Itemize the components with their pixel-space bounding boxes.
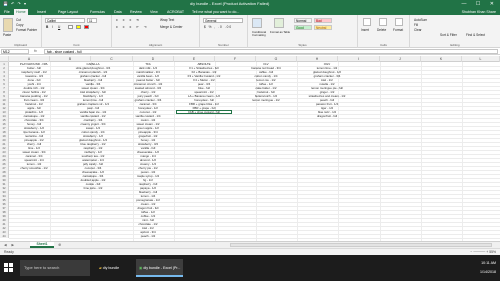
clear-button[interactable]: Clear	[414, 28, 422, 32]
row-gridline	[9, 234, 500, 235]
font-name-select[interactable]: Calibri	[45, 18, 85, 23]
status-bar: Ready − ───── + 55%	[0, 248, 500, 255]
row-header[interactable]: 44	[0, 234, 9, 238]
delete-cells-icon[interactable]	[379, 18, 387, 26]
copy-button[interactable]: Copy	[16, 23, 23, 27]
delete-button[interactable]: Delete	[377, 28, 386, 32]
number-group: General $ % , .0 .00 Number	[200, 15, 248, 48]
fill-button[interactable]: Fill	[414, 23, 418, 27]
autosum-button[interactable]: AutoSum	[414, 18, 427, 22]
merge-center-button[interactable]: Merge & Center	[160, 25, 183, 29]
windows-taskbar: Type here to search ▰ diy bundle ▣ diy b…	[0, 255, 500, 281]
row-gridline	[9, 238, 500, 239]
cut-button[interactable]: Cut	[16, 18, 21, 22]
number-format-icons[interactable]: $ % , .0 .00	[204, 25, 232, 29]
fx-icon[interactable]: fx	[34, 49, 37, 54]
row-gridline	[9, 218, 500, 219]
worksheet-grid[interactable]: 1 2 3 4 5 6 7 8 9 10 11 12 13 14 15 16 17 18 19 20 21 22 23 24 2…	[0, 62, 500, 241]
style-good[interactable]: Good	[294, 25, 312, 30]
editing-group: AutoSum Fill Clear Sort & Filter Find & …	[410, 15, 500, 48]
font-size-select[interactable]: 11	[87, 18, 97, 23]
align-icons[interactable]: ≡ ≡ ≡ ⟲	[116, 18, 141, 22]
table-cell[interactable]: peach - 1/2	[122, 234, 174, 238]
table-cell[interactable]: dragonfruit - full	[296, 114, 358, 118]
row-gridline	[9, 222, 500, 223]
window-title: diy bundle - Excel (Product Activation F…	[190, 1, 270, 6]
style-normal[interactable]: Normal	[294, 18, 312, 23]
format-button[interactable]: Format	[393, 28, 403, 32]
find-select-button[interactable]: Find & Select	[466, 33, 485, 37]
borders-icon[interactable]	[68, 25, 73, 29]
table-cell[interactable]: lemon meringue - 1/2	[238, 98, 294, 102]
editing-label: Editing	[450, 43, 460, 47]
row-gridline	[9, 190, 500, 191]
alignment-label: Alignment	[148, 43, 163, 47]
alignment-group: ≡ ≡ ≡ ⟲ ≡ ≡ ≡ ⇤ ⇥ Wrap Text Merge & Cent…	[112, 15, 200, 48]
sort-filter-button[interactable]: Sort & Filter	[440, 33, 457, 37]
windows-start-icon[interactable]	[4, 263, 14, 273]
taskbar-search[interactable]: Type here to search	[20, 260, 90, 276]
conditional-formatting-button[interactable]: Conditional Formatting	[248, 31, 270, 37]
formula-input[interactable]: fab - shoe custard - full	[44, 49, 498, 54]
row-gridline	[9, 214, 500, 215]
fill-color-icon[interactable]	[76, 25, 81, 29]
clock-date: 1/14/2018	[480, 270, 496, 274]
row-gridline	[9, 194, 500, 195]
row-gridline	[9, 198, 500, 199]
font-group: Calibri 11 B I U Font	[42, 15, 112, 48]
window-controls[interactable]: — ☐ ✕	[462, 0, 498, 8]
horizontal-scrollbar[interactable]	[230, 243, 492, 247]
font-color-icon[interactable]	[84, 25, 89, 29]
row-gridline	[9, 202, 500, 203]
clipboard-label: Clipboard	[14, 43, 27, 47]
column-gridline	[380, 62, 381, 241]
styles-group: Conditional Formatting Format as Table N…	[248, 15, 358, 48]
format-as-table-button[interactable]: Format as Table	[270, 31, 290, 34]
clipboard-group: Paste Cut Copy Format Painter Clipboard	[0, 15, 42, 48]
row-gridline	[9, 210, 500, 211]
paste-icon[interactable]	[3, 18, 13, 32]
number-label: Number	[218, 43, 229, 47]
table-cell[interactable]: cherry smoothie - 1/2	[10, 166, 58, 170]
ribbon-tabs: File Home Insert Page Layout Formulas Da…	[0, 8, 500, 15]
quick-access-toolbar[interactable]: 💾 ↶ ↷ ▾	[3, 1, 27, 7]
ribbon: Paste Cut Copy Format Painter Clipboard …	[0, 15, 500, 48]
row-gridline	[9, 226, 500, 227]
row-gridline	[9, 206, 500, 207]
selected-cell[interactable]: FAB + shoe custard - full	[176, 110, 232, 114]
font-label: Font	[73, 43, 80, 47]
insert-cells-icon[interactable]	[363, 18, 371, 26]
taskbar-excel[interactable]: ▣ diy bundle - Excel (Pr...	[136, 259, 184, 277]
cells-label: Cells	[380, 43, 387, 47]
wrap-text-button[interactable]: Wrap Text	[160, 18, 174, 22]
italic-button[interactable]: I	[52, 25, 53, 29]
table-cell[interactable]: lime juice - 1/2	[68, 186, 118, 190]
title-bar: 💾 ↶ ↷ ▾ diy bundle - Excel (Product Acti…	[0, 0, 500, 8]
style-bad[interactable]: Bad	[314, 18, 332, 23]
sheet-tab-bar: ◀ ▶ Sheet1 ⊕	[0, 241, 500, 248]
format-cells-icon[interactable]	[395, 18, 403, 26]
taskbar-folder[interactable]: ▰ diy bundle	[96, 259, 122, 277]
styles-label: Styles	[298, 43, 307, 47]
underline-button[interactable]: U	[58, 25, 60, 29]
number-format-select[interactable]: General	[203, 18, 243, 23]
insert-button[interactable]: Insert	[361, 28, 369, 32]
column-gridline	[421, 62, 422, 241]
justify-icons[interactable]: ≡ ≡ ≡ ⇤ ⇥	[116, 25, 148, 29]
paste-button[interactable]: Paste	[3, 33, 11, 37]
format-painter-button[interactable]: Format Painter	[16, 28, 37, 32]
name-box[interactable]: M12	[1, 49, 29, 54]
clock-time: 10:11 AM	[481, 261, 496, 265]
format-as-table-icon[interactable]	[274, 18, 284, 28]
cells-group: Insert Delete Format Cells	[358, 15, 410, 48]
bold-button[interactable]: B	[46, 25, 48, 29]
column-gridline	[174, 62, 175, 241]
style-neutral[interactable]: Neutral	[314, 25, 332, 30]
system-clock[interactable]: 10:11 AM 1/14/2018	[480, 259, 496, 277]
conditional-formatting-icon[interactable]	[252, 18, 262, 28]
column-gridline	[462, 62, 463, 241]
row-gridline	[9, 230, 500, 231]
formula-bar: M12 fx fab - shoe custard - full	[0, 48, 500, 55]
